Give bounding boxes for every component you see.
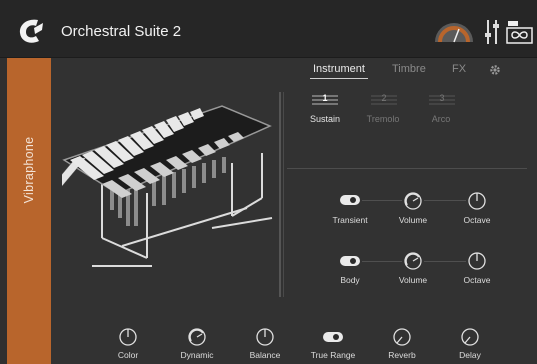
tab-timbre[interactable]: Timbre — [392, 63, 426, 75]
balance-label: Balance — [249, 350, 281, 360]
tab-fx[interactable]: FX — [452, 63, 466, 75]
delay-label: Delay — [459, 350, 481, 360]
transient-octave-knob[interactable] — [467, 191, 487, 211]
body-volume-label: Volume — [398, 275, 428, 285]
body-octave-knob[interactable] — [467, 251, 487, 271]
body-volume-knob[interactable] — [403, 251, 423, 271]
articulation-2[interactable]: 2 — [370, 93, 398, 105]
articulation-2-number: 2 — [381, 93, 387, 103]
instrument-sidebar: Vibraphone — [7, 58, 51, 364]
reverb-label: Reverb — [388, 350, 416, 360]
body-label: Body — [340, 275, 360, 285]
true-range-label: True Range — [310, 350, 356, 360]
reverb-knob[interactable] — [392, 327, 412, 347]
articulation-2-icon: 2 — [371, 93, 397, 105]
articulation-1-icon: 1 — [312, 93, 338, 105]
articulation-3-icon: 3 — [429, 93, 455, 105]
transient-volume-knob[interactable] — [403, 191, 423, 211]
dynamic-knob[interactable] — [187, 327, 207, 347]
instrument-name: Vibraphone — [22, 136, 36, 204]
panel-divider — [279, 92, 281, 297]
body-octave-label: Octave — [463, 275, 491, 285]
color-knob[interactable] — [118, 327, 138, 347]
transient-octave-label: Octave — [463, 215, 491, 225]
transient-connector-2 — [424, 200, 466, 201]
transient-toggle[interactable] — [340, 195, 360, 205]
articulation-1[interactable]: 1 — [311, 93, 339, 105]
articulation-1-label[interactable]: Sustain — [295, 114, 355, 124]
mixer-sliders-icon[interactable] — [484, 18, 500, 46]
dynamic-label: Dynamic — [180, 350, 214, 360]
body-connector-1 — [362, 261, 402, 262]
tab-instrument[interactable]: Instrument — [313, 63, 365, 75]
gauge-meter-icon[interactable] — [432, 20, 476, 44]
color-label: Color — [117, 350, 139, 360]
articulation-3[interactable]: 3 — [428, 93, 456, 105]
section-separator — [287, 168, 527, 169]
panel-divider-inner — [283, 92, 284, 297]
transient-connector-1 — [362, 200, 402, 201]
header-bar: Orchestral Suite 2 — [0, 0, 537, 58]
plugin-window: Orchestral Suite 2 Vibraphone Instrument… — [0, 0, 537, 364]
body-connector-2 — [424, 261, 466, 262]
app-logo-icon[interactable] — [14, 14, 48, 48]
delay-knob[interactable] — [460, 327, 480, 347]
vibraphone-image — [62, 105, 273, 267]
transient-label: Transient — [332, 215, 368, 225]
articulation-1-number: 1 — [322, 93, 328, 103]
articulation-2-label[interactable]: Tremolo — [353, 114, 413, 124]
preset-title[interactable]: Orchestral Suite 2 — [61, 23, 181, 40]
gear-icon[interactable] — [489, 64, 501, 76]
articulation-3-label[interactable]: Arco — [411, 114, 471, 124]
transient-volume-label: Volume — [398, 215, 428, 225]
body-toggle[interactable] — [340, 256, 360, 266]
true-range-toggle[interactable] — [323, 332, 343, 342]
articulation-3-number: 3 — [439, 93, 445, 103]
balance-knob[interactable] — [255, 327, 275, 347]
uvi-logo-icon[interactable] — [506, 18, 533, 46]
active-tab-underline — [310, 78, 368, 79]
